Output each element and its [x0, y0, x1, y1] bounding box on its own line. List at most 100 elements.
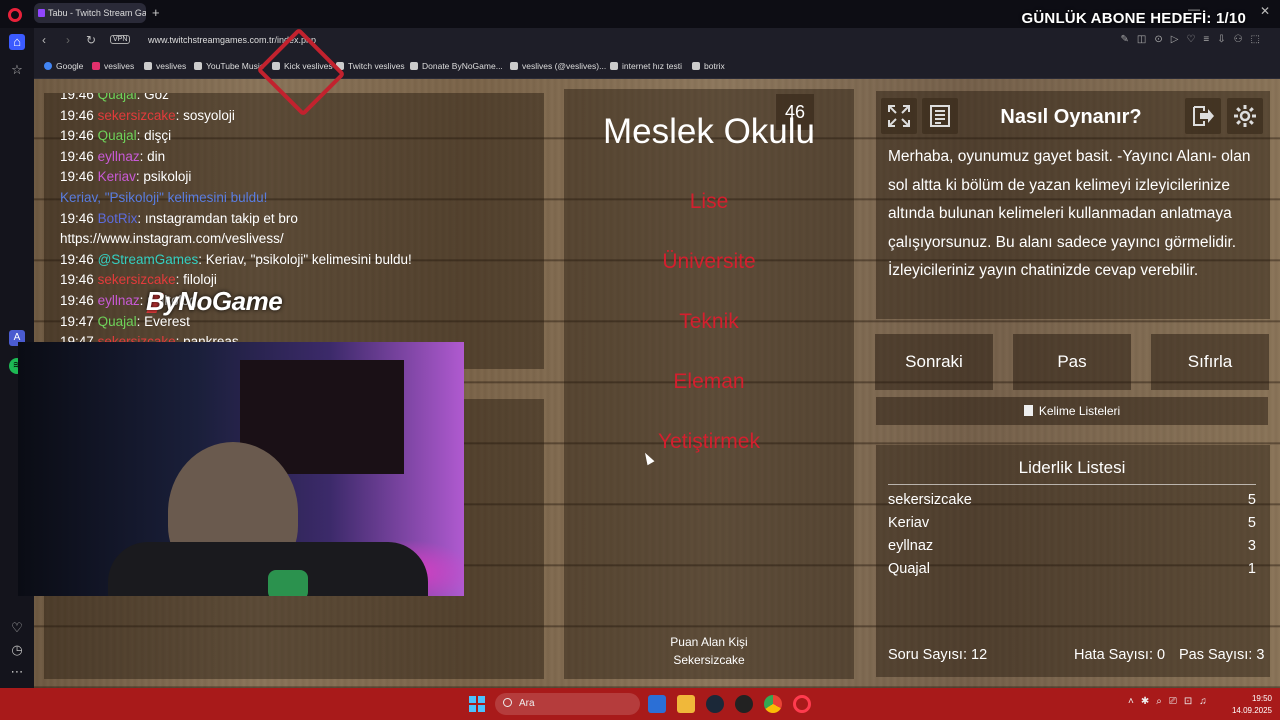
chrome-icon[interactable] [764, 695, 782, 713]
bookmark-item[interactable]: veslives [144, 61, 186, 71]
chat-message: Keriav, "Psikoloji" kelimesini buldu! [60, 190, 267, 205]
bookmark-item[interactable]: YouTube Music [194, 61, 264, 71]
system-tray[interactable]: ˄✱⌕⎚⊡♫ [1128, 696, 1214, 707]
pass-button[interactable]: Pas [1013, 334, 1131, 390]
clipboard-icon [1023, 405, 1033, 416]
chat-text: : dişçi [136, 128, 172, 144]
gallery-app-icon[interactable] [648, 695, 666, 713]
heart-icon[interactable]: ♡ [9, 620, 25, 636]
chat-time: 19:46 [60, 169, 94, 185]
bookmark-item[interactable]: veslives (@veslives)... [510, 61, 606, 71]
forbidden-word: Teknik [679, 310, 739, 333]
chat-message: 19:46 @StreamGames: Keriav, "psikoloji" … [60, 252, 412, 267]
folder-icon [410, 62, 418, 70]
word-lists-button[interactable]: Kelime Listeleri [876, 397, 1268, 425]
chat-text: https://www.instagram.com/veslivess/ [60, 231, 284, 247]
windows-taskbar: Ara ˄✱⌕⎚⊡♫ [0, 688, 1280, 720]
bookmark-item[interactable]: botrix [692, 61, 725, 71]
google-icon [44, 62, 52, 70]
sponsor-logo: ByNoGame [146, 286, 283, 316]
file-explorer-icon[interactable] [677, 695, 695, 713]
chat-text: : Göz [136, 93, 169, 102]
reload-icon[interactable]: ↻ [86, 33, 96, 47]
folder-icon [692, 62, 700, 70]
leaderboard-row: sekersizcake 5 [888, 492, 1256, 508]
address-bar-tools[interactable]: ✎◫⊙▷♡≡⇩⚇⬚ [1121, 34, 1269, 45]
chat-username[interactable]: Quajal [98, 93, 137, 102]
chat-time: 19:46 [60, 93, 94, 102]
chat-username[interactable]: Quajal [98, 314, 137, 329]
forward-icon[interactable]: › [66, 33, 70, 47]
chat-message: https://www.instagram.com/veslivess/ [60, 231, 284, 246]
notes-button[interactable] [922, 98, 958, 134]
search-icon [503, 698, 512, 707]
chat-system-text: Keriav, "Psikoloji" kelimesini buldu! [60, 190, 268, 205]
chat-username[interactable]: Keriav [98, 169, 136, 184]
bookmark-item[interactable]: Google [44, 61, 83, 71]
chat-username[interactable]: Quajal [98, 128, 137, 143]
bookmark-item[interactable]: Twitch veslives [336, 61, 405, 71]
clock-time[interactable]: 19:50 [1230, 694, 1272, 703]
folder-icon [610, 62, 618, 70]
bookmark-item[interactable]: veslives [92, 61, 134, 71]
chat-username[interactable]: eyllnaz [98, 293, 140, 308]
folder-icon [194, 62, 202, 70]
new-tab-button[interactable]: + [152, 5, 160, 20]
chat-time: 19:46 [60, 251, 94, 267]
chat-username[interactable]: @StreamGames [98, 252, 199, 267]
forbidden-word: Yetiştirmek [658, 430, 760, 453]
chat-text: : sosyoloji [175, 107, 235, 123]
chat-message: 19:46 Quajal: dişçi [60, 128, 171, 143]
chat-message: 19:46 BotRix: ınstagramdan takip et bro [60, 211, 298, 226]
bookmark-item[interactable]: Donate ByNoGame... [410, 61, 503, 71]
chat-time: 19:47 [60, 313, 94, 329]
chat-time: 19:46 [60, 148, 94, 164]
logout-icon [1193, 106, 1214, 126]
chat-text: : psikoloji [135, 169, 192, 185]
back-icon[interactable]: ‹ [42, 33, 46, 47]
folder-icon [144, 62, 152, 70]
webcam-feed [18, 342, 464, 596]
browser-tab[interactable]: Tabu - Twitch Stream Gam [34, 3, 146, 23]
bookmark-item[interactable]: internet hız testi [610, 61, 682, 71]
chat-message: 19:46 Quajal: Göz [60, 93, 169, 102]
subscriber-goal-overlay: GÜNLÜK ABONE HEDEFİ: 1/10 [1021, 10, 1246, 27]
document-icon [930, 105, 950, 127]
chat-time: 19:46 [60, 107, 94, 123]
chat-panel[interactable]: 19:46 Quajal: Göz 19:46 sekersizcake: sos… [44, 93, 544, 369]
chat-username[interactable]: eyllnaz [98, 149, 140, 164]
more-icon[interactable]: ⋯ [9, 664, 25, 680]
question-count: Soru Sayısı: 12 [888, 647, 988, 663]
vpn-badge[interactable]: VPN [110, 35, 131, 44]
settings-button[interactable] [1227, 98, 1263, 134]
window-close-icon[interactable]: ✕ [1260, 4, 1270, 18]
chat-text: : ınstagramdan takip et bro [137, 210, 298, 226]
how-to-play-text: Merhaba, oyunumuz gayet basit. -Yayıncı … [888, 148, 1251, 279]
chat-message: 19:46 sekersizcake: sosyoloji [60, 108, 235, 123]
chat-message: 19:46 eyllnaz: din [60, 149, 165, 164]
taskbar-search[interactable]: Ara [495, 693, 640, 715]
address-bar: ‹ › ↻ VPN www.twitchstreamgames.com.tr/i… [34, 28, 1280, 54]
chat-message: 19:46 Keriav: psikoloji [60, 169, 191, 184]
target-word: Meslek Okulu [602, 112, 816, 151]
opera-taskbar-icon[interactable] [793, 695, 811, 713]
star-icon[interactable]: ☆ [9, 62, 25, 78]
reset-button[interactable]: Sıfırla [1151, 334, 1269, 390]
home-icon[interactable]: ⌂ [9, 34, 25, 50]
chat-username[interactable]: BotRix [98, 211, 138, 226]
obs-icon[interactable] [735, 695, 753, 713]
opera-logo-icon[interactable] [8, 8, 22, 22]
clock-date[interactable]: 14.09.2025 [1222, 706, 1272, 715]
chat-username[interactable]: sekersizcake [98, 108, 176, 123]
forbidden-word: Üniversite [662, 250, 756, 273]
fullscreen-button[interactable] [881, 98, 917, 134]
chat-text: : Keriav, "psikoloji" kelimesini buldu! [198, 251, 412, 267]
next-button[interactable]: Sonraki [875, 334, 993, 390]
history-icon[interactable]: ◷ [9, 642, 25, 658]
logout-button[interactable] [1185, 98, 1221, 134]
leaderboard-row: Keriav 5 [888, 515, 1256, 531]
forbidden-word: Eleman [673, 370, 745, 393]
windows-start-icon[interactable] [469, 696, 485, 712]
pass-count: Pas Sayısı: 3 [1179, 647, 1265, 663]
steam-icon[interactable] [706, 695, 724, 713]
